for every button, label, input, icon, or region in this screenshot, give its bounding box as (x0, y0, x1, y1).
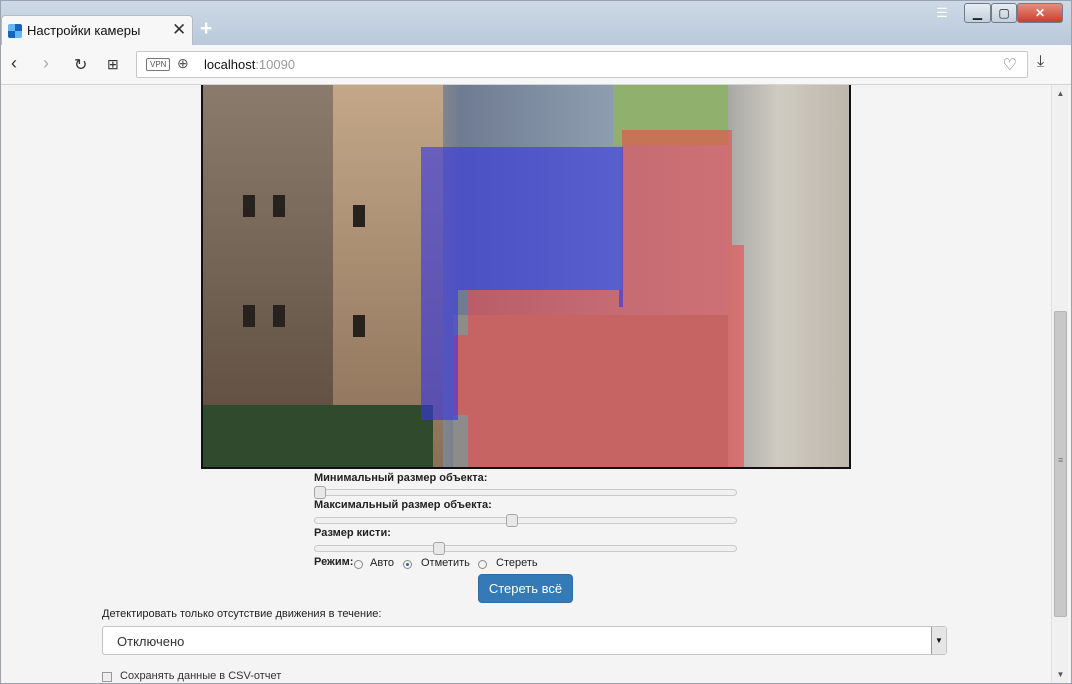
max-size-label: Максимальный размер объекта: (314, 499, 492, 511)
detection-zone-blue (421, 147, 619, 290)
max-size-slider[interactable] (314, 514, 737, 527)
detection-zone-blue (619, 147, 623, 307)
browser-tab[interactable]: Настройки камеры ✕ (1, 15, 193, 45)
download-icon[interactable]: ⤓ (1037, 53, 1044, 71)
camera-scene-foliage (203, 405, 433, 467)
minimize-icon[interactable]: ▁ (964, 3, 991, 23)
detect-duration-value: Отключено (117, 634, 185, 649)
camera-image-canvas[interactable] (201, 85, 851, 469)
maximize-icon[interactable]: ▢ (991, 3, 1017, 23)
min-size-label: Минимальный размер объекта: (314, 472, 488, 484)
speed-dial-icon[interactable]: ⊞ (107, 56, 119, 73)
tab-title: Настройки камеры (27, 23, 141, 38)
mode-label-mark: Отметить (421, 557, 470, 569)
url-host: localhost (204, 57, 256, 72)
globe-icon: ⊕ (177, 55, 189, 71)
mode-selector: Режим: Авто Отметить Стереть (314, 556, 714, 572)
bookmark-heart-icon[interactable]: ♡ (1003, 55, 1017, 75)
close-window-icon[interactable]: ✕ (1017, 3, 1063, 23)
min-size-slider[interactable] (314, 486, 737, 499)
reload-icon[interactable]: ↻ (74, 55, 87, 75)
detect-absence-label: Детектировать только отсутствие движения… (102, 608, 382, 620)
url-port: :10090 (255, 57, 296, 72)
camera-scene-window (353, 315, 365, 337)
scrollbar-thumb[interactable]: ≡ (1054, 311, 1067, 617)
scroll-up-icon[interactable]: ▲ (1052, 85, 1069, 102)
mode-radio-auto[interactable] (354, 560, 363, 569)
detect-duration-select[interactable]: Отключено ▼ (102, 626, 947, 655)
address-bar[interactable]: VPN ⊕ localhost:10090 ♡ (136, 51, 1028, 78)
mode-label-erase: Стереть (496, 557, 538, 569)
browser-window: Настройки камеры ✕ + ☰ ▁ ▢ ✕ ‹ › ↻ ⊞ VPN… (0, 0, 1072, 684)
camera-scene-window (273, 195, 285, 217)
scrollbar-grip-icon: ≡ (1058, 455, 1064, 465)
new-tab-icon[interactable]: + (200, 17, 212, 41)
csv-checkbox[interactable] (102, 672, 112, 682)
page-scrollbar[interactable]: ▲ ≡ ▼ (1051, 85, 1068, 683)
title-bar: Настройки камеры ✕ + ☰ ▁ ▢ ✕ (1, 1, 1071, 45)
brush-size-slider[interactable] (314, 542, 737, 555)
brush-size-slider-handle[interactable] (432, 542, 445, 555)
clear-all-button[interactable]: Стереть всё (478, 574, 573, 603)
max-size-slider-handle[interactable] (506, 514, 519, 527)
page-content: Минимальный размер объекта: Максимальный… (1, 85, 1051, 683)
chevron-down-icon[interactable]: ▼ (931, 627, 946, 654)
mode-label-auto: Авто (370, 557, 394, 569)
back-icon[interactable]: ‹ (11, 53, 17, 74)
forward-icon[interactable]: › (43, 53, 49, 74)
navigation-bar: ‹ › ↻ ⊞ VPN ⊕ localhost:10090 ♡ ⤓ (1, 45, 1071, 85)
scroll-down-icon[interactable]: ▼ (1052, 666, 1069, 683)
tab-close-icon[interactable]: ✕ (172, 20, 186, 40)
detection-zone-red (622, 130, 732, 467)
detection-zone-red (732, 245, 744, 467)
url-text[interactable]: localhost:10090 (204, 57, 295, 72)
brush-size-label: Размер кисти: (314, 527, 391, 539)
detection-zone-blue (421, 290, 458, 420)
mode-radio-erase[interactable] (478, 560, 487, 569)
vpn-badge[interactable]: VPN (146, 58, 171, 71)
camera-scene-window (353, 205, 365, 227)
min-size-slider-handle[interactable] (314, 486, 326, 499)
camera-scene-building-right (728, 85, 849, 467)
mode-radio-mark[interactable] (403, 560, 412, 569)
camera-scene-window (243, 195, 255, 217)
camera-scene-window (243, 305, 255, 327)
favicon-icon (8, 24, 22, 38)
mode-label: Режим: (314, 556, 354, 568)
detection-zone-red (468, 290, 622, 467)
camera-scene-window (273, 305, 285, 327)
browser-menu-icon[interactable]: ☰ (931, 3, 953, 23)
csv-label: Сохранять данные в CSV-отчет (120, 670, 282, 682)
